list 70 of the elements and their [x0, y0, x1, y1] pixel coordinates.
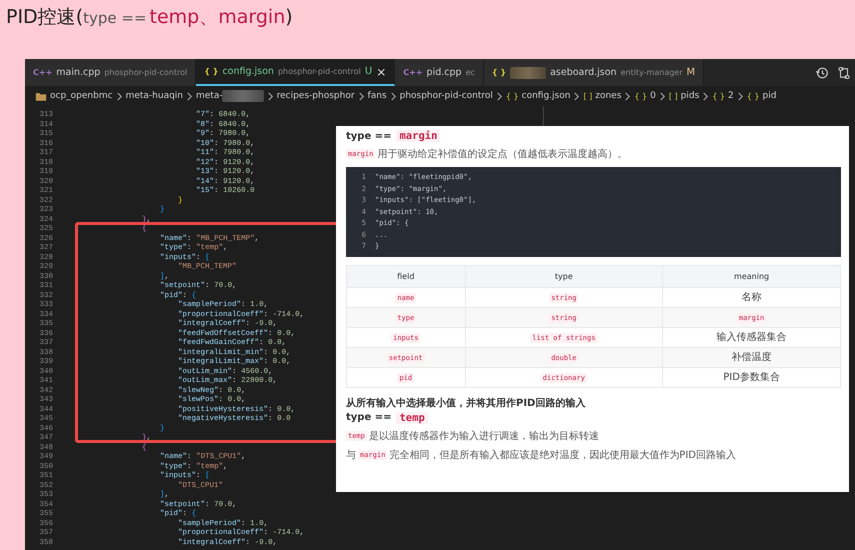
file-type-icon: C++	[33, 68, 52, 77]
description-text: 完全相同，但是所有输入都应该是绝对温度，因此使用最大值作为PID回路输入	[389, 448, 736, 462]
breadcrumb-item[interactable]: phosphor-pid-control	[400, 91, 493, 101]
column-header: type	[554, 272, 573, 280]
chevron-icon	[658, 92, 666, 100]
heading-code: temp	[396, 412, 428, 424]
breadcrumb-item[interactable]: ocp_openbmc	[50, 91, 113, 101]
compare-changes-icon[interactable]	[837, 66, 851, 80]
editor-tab[interactable]: C++ main.cpp phosphor-pid-control	[25, 59, 196, 86]
chevron-icon	[702, 92, 710, 100]
editor-tab[interactable]: { } aseboard.json entity-manager M	[484, 59, 704, 86]
file-type-icon: { }	[492, 68, 506, 77]
tab-folder-label: phosphor-pid-control	[104, 68, 188, 77]
bold-note: 从所有输入中选择最小值，并将其用作PID回路的输入	[346, 396, 586, 410]
description-text: 用于驱动给定补偿值的设定点（值越低表示温度越高）。	[377, 148, 628, 161]
breadcrumb-item[interactable]: 2	[728, 91, 734, 101]
tab-filename: main.cpp	[56, 67, 100, 78]
chevron-icon	[116, 92, 123, 100]
breadcrumb-item[interactable]: zones	[595, 91, 622, 101]
field-meaning: 补偿温度	[732, 352, 772, 363]
chevron-icon	[390, 92, 397, 100]
breadcrumb-item[interactable]: pid	[762, 91, 776, 101]
editor-tab[interactable]: C++ pid.cpp ec	[395, 59, 484, 86]
symbol-icon: { }	[506, 92, 519, 100]
field-meaning: 输入传感器集合	[716, 332, 787, 343]
file-type-icon: { }	[204, 67, 218, 76]
blurred-region	[510, 66, 546, 78]
git-status-letter: M	[686, 67, 696, 78]
symbol-icon: [ ]	[583, 92, 592, 100]
heading-label: type ==	[346, 130, 392, 142]
chevron-icon	[186, 92, 193, 100]
field-meaning: 名称	[742, 292, 762, 303]
editor-tab[interactable]: { } config.json phosphor-pid-control U ×	[196, 59, 396, 86]
git-status-letter: U	[364, 66, 372, 77]
tab-folder-label: ec	[466, 68, 475, 77]
heading-label: type ==	[346, 412, 392, 423]
slide-title: PID控速(type ==temp、margin)	[5, 5, 294, 30]
breadcrumb-item[interactable]: pids	[680, 91, 700, 101]
description-text: 是以温度传感器作为输入进行调速，输出为目标转速	[368, 430, 599, 442]
symbol-icon: { }	[634, 92, 648, 100]
breadcrumb-item[interactable]: recipes-phosphor	[276, 91, 355, 101]
symbol-icon: { }	[712, 92, 726, 100]
tab-filename: aseboard.json	[550, 67, 617, 78]
folder-icon	[35, 90, 47, 102]
breadcrumb-item[interactable]: meta-	[196, 91, 223, 101]
breadcrumb-item[interactable]: meta-huaqin	[126, 91, 183, 101]
symbol-icon: [ ]	[668, 92, 678, 100]
blurred-region	[222, 90, 264, 102]
column-header: field	[397, 272, 414, 280]
chevron-icon	[266, 92, 274, 100]
breadcrumb-item[interactable]: fans	[368, 91, 387, 101]
breadcrumb-item[interactable]: config.json	[522, 91, 570, 101]
chevron-icon	[624, 92, 632, 100]
tab-folder-label: entity-manager	[620, 68, 683, 77]
file-type-icon: C++	[403, 68, 423, 77]
symbol-icon: { }	[746, 92, 760, 100]
history-clock-icon[interactable]	[815, 66, 829, 80]
breadcrumb-item[interactable]: 0	[650, 91, 656, 101]
column-header: meaning	[734, 272, 770, 280]
chevron-icon	[573, 92, 580, 100]
tab-folder-label: phosphor-pid-control	[278, 67, 361, 76]
chevron-icon	[358, 92, 365, 100]
heading-code: margin	[396, 130, 440, 142]
tab-filename: config.json	[222, 66, 274, 77]
chevron-icon	[496, 92, 503, 100]
chevron-icon	[736, 92, 744, 100]
description-text: 与	[346, 448, 356, 462]
tab-filename: pid.cpp	[426, 67, 462, 78]
field-meaning: PID参数集合	[723, 372, 780, 383]
close-icon[interactable]: ×	[376, 64, 386, 78]
